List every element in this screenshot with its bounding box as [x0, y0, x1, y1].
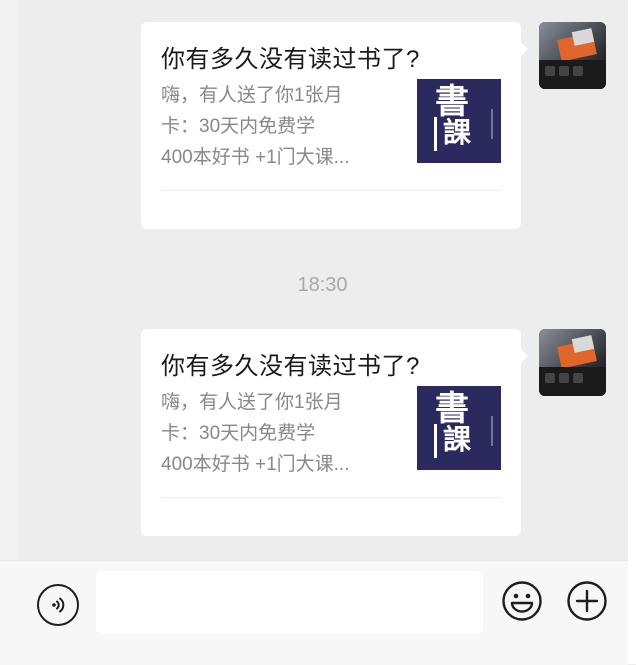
avatar[interactable]	[539, 22, 606, 89]
card-description-line: 400本好书 +1门大课...	[161, 454, 350, 475]
card-description-line: 400本好书 +1门大课...	[161, 147, 350, 168]
link-card[interactable]: 你有多久没有读过书了? 嗨，有人送了你1张月 卡：30天内免费学 400本好书 …	[141, 329, 528, 536]
card-divider	[161, 497, 501, 498]
thumbnail-line	[491, 109, 493, 139]
thumbnail-char: 書	[435, 389, 469, 429]
link-card[interactable]: 你有多久没有读过书了? 嗨，有人送了你1张月 卡：30天内免费学 400本好书 …	[141, 22, 528, 229]
left-edge	[0, 0, 17, 560]
card-description-line: 嗨，有人送了你1张月	[161, 85, 343, 106]
card-thumbnail: 書 課	[417, 386, 501, 470]
emoji-icon[interactable]	[501, 580, 543, 622]
message-timestamp: 18:30	[297, 274, 348, 296]
thumbnail-line	[491, 416, 493, 446]
thumbnail-bar	[434, 424, 437, 458]
card-description: 嗨，有人送了你1张月 卡：30天内免费学 400本好书 +1门大课...	[161, 80, 393, 173]
card-description: 嗨，有人送了你1张月 卡：30天内免费学 400本好书 +1门大课...	[161, 387, 393, 480]
card-description-line: 卡：30天内免费学	[161, 116, 316, 137]
card-title: 你有多久没有读过书了?	[161, 353, 420, 380]
voice-icon[interactable]	[37, 584, 79, 626]
thumbnail-char: 課	[443, 116, 472, 149]
thumbnail-char: 課	[443, 423, 472, 456]
card-divider	[161, 190, 501, 191]
thumbnail-bar	[434, 117, 437, 151]
chat-area[interactable]: 你有多久没有读过书了? 嗨，有人送了你1张月 卡：30天内免费学 400本好书 …	[17, 0, 628, 560]
card-description-line: 卡：30天内免费学	[161, 423, 316, 444]
card-description-line: 嗨，有人送了你1张月	[161, 392, 343, 413]
thumbnail-char: 書	[435, 82, 469, 122]
avatar[interactable]	[539, 329, 606, 396]
right-edge	[628, 0, 636, 664]
card-title: 你有多久没有读过书了?	[161, 46, 420, 73]
plus-icon[interactable]	[566, 580, 608, 622]
message-input[interactable]	[96, 571, 483, 634]
card-thumbnail: 書 課	[417, 79, 501, 163]
